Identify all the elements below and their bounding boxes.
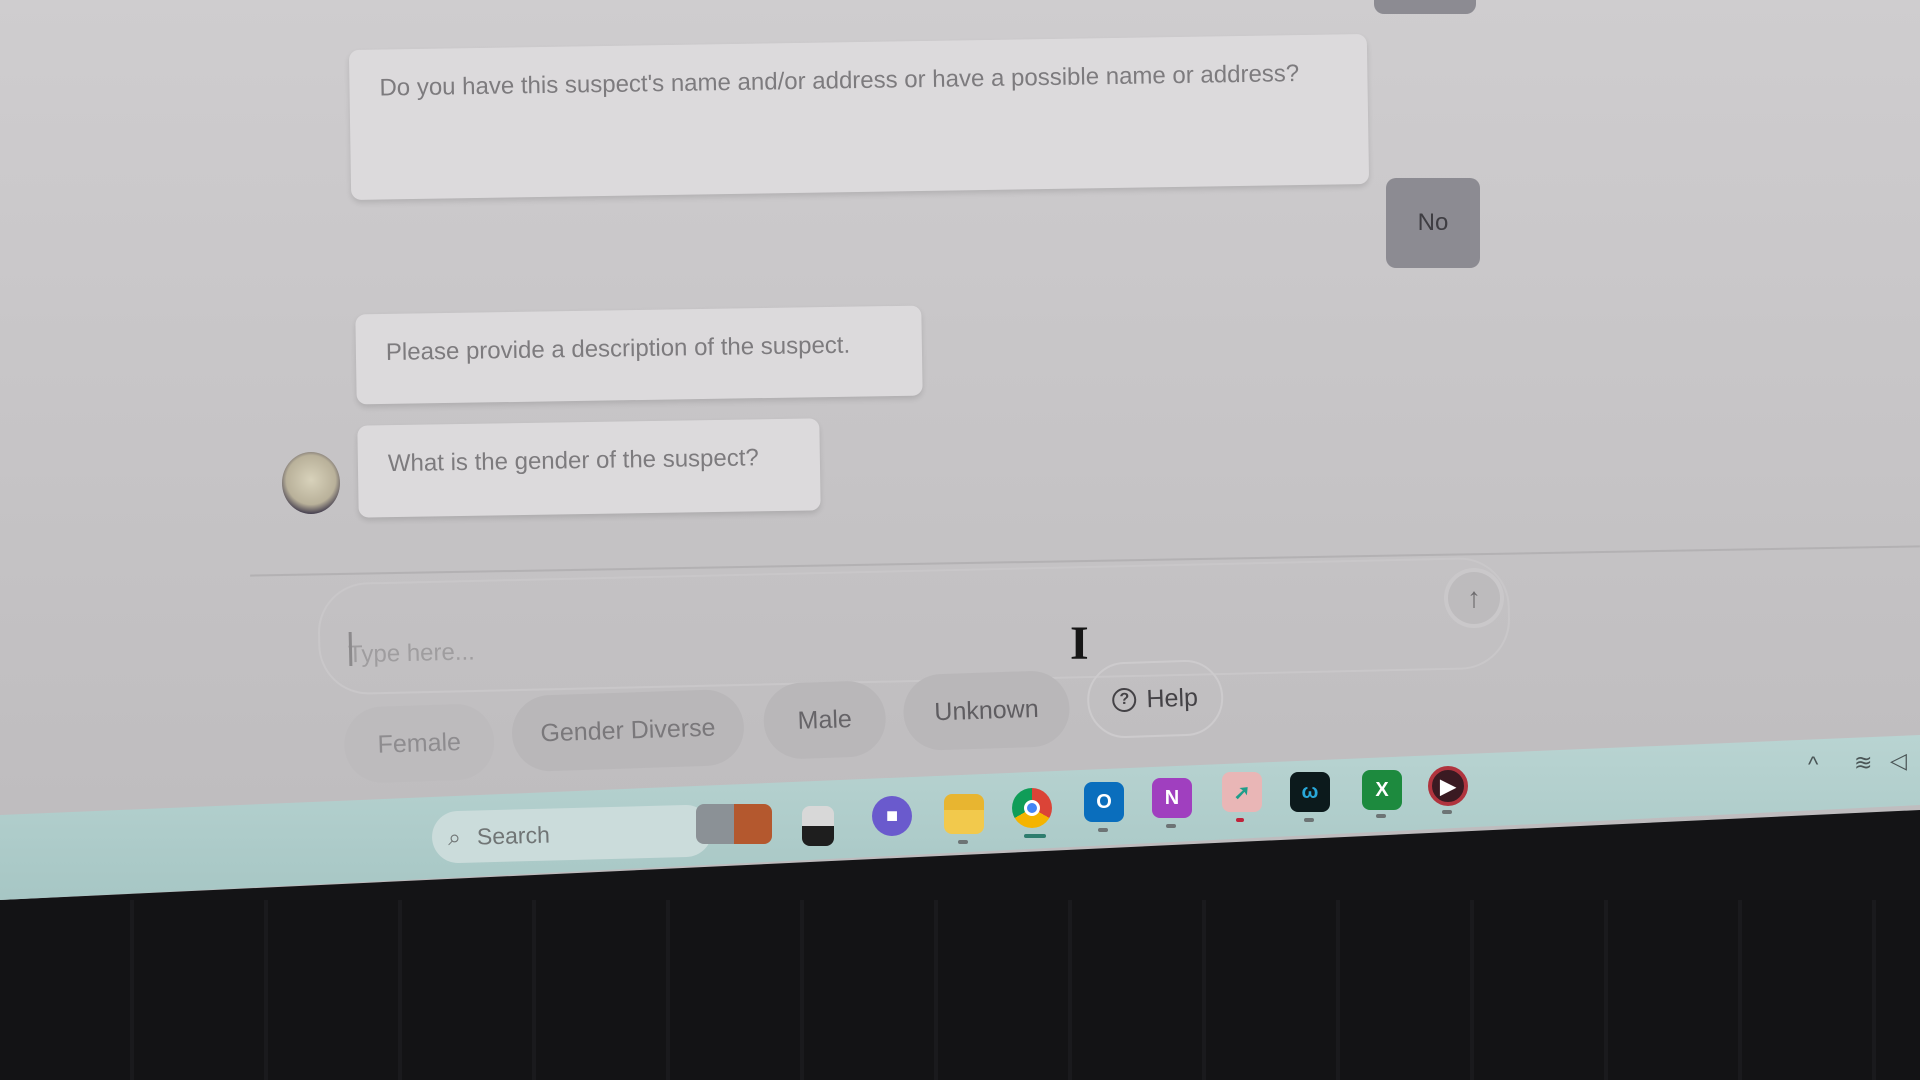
- search-label: Search: [476, 821, 551, 849]
- search-icon: ⌕: [447, 823, 462, 850]
- running-indicator: [1376, 814, 1386, 818]
- excel-glyph: X: [1375, 778, 1389, 801]
- excel-icon[interactable]: X: [1362, 770, 1402, 810]
- arrow-app-icon[interactable]: ➚: [1222, 772, 1262, 812]
- bot-message: Please provide a description of the susp…: [355, 305, 923, 405]
- user-reply-no[interactable]: No: [1386, 178, 1480, 268]
- taskbar-search[interactable]: ⌕ Search: [431, 804, 713, 864]
- chip-label: Male: [797, 704, 853, 735]
- running-indicator: [1098, 828, 1108, 832]
- active-indicator: [1024, 834, 1046, 838]
- message-text: What is the gender of the suspect?: [387, 444, 759, 478]
- running-indicator: [1442, 810, 1452, 814]
- running-indicator: [958, 840, 968, 844]
- webex-icon[interactable]: ω: [1290, 772, 1330, 812]
- question-circle-icon: ?: [1112, 687, 1137, 713]
- previous-reply-button[interactable]: [1374, 0, 1476, 14]
- send-button[interactable]: ↑: [1448, 572, 1500, 624]
- quick-reply-male[interactable]: Male: [762, 679, 887, 760]
- chevron-glyph: ^: [1808, 752, 1819, 777]
- attention-indicator: [1236, 818, 1244, 822]
- help-label: Help: [1146, 683, 1199, 713]
- windows-logo-icon[interactable]: [368, 820, 408, 860]
- running-indicator: [1166, 824, 1176, 828]
- quick-reply-unknown[interactable]: Unknown: [902, 669, 1071, 752]
- volume-icon[interactable]: ◁: [1890, 748, 1907, 774]
- chrome-icon[interactable]: [1012, 788, 1052, 828]
- onenote-glyph: N: [1164, 786, 1180, 809]
- reply-text: No: [1417, 209, 1449, 236]
- bot-message: Do you have this suspect's name and/or a…: [348, 34, 1370, 200]
- quick-reply-gender-diverse[interactable]: Gender Diverse: [510, 688, 746, 773]
- folder-icon[interactable]: [944, 794, 984, 834]
- chip-label: Female: [377, 727, 462, 759]
- running-indicator: [1304, 818, 1314, 822]
- bot-avatar-icon: [282, 452, 340, 514]
- video-chat-icon[interactable]: ■: [872, 796, 912, 836]
- onenote-icon[interactable]: N: [1152, 778, 1192, 818]
- message-text: Do you have this suspect's name and/or a…: [379, 60, 1300, 102]
- laptop-keyboard: [0, 900, 1920, 1080]
- arrow-up-icon: ↑: [1467, 582, 1481, 613]
- outlook-glyph: O: [1096, 790, 1112, 813]
- help-button[interactable]: ? Help: [1085, 658, 1225, 740]
- chip-label: Gender Diverse: [539, 713, 716, 747]
- chat-area: Do you have this suspect's name and/or a…: [0, 0, 1920, 560]
- outlook-icon[interactable]: O: [1084, 782, 1124, 822]
- play-glyph: ▶: [1440, 775, 1456, 798]
- play-icon[interactable]: ▶: [1428, 766, 1468, 806]
- wifi-icon[interactable]: ≋: [1854, 750, 1872, 776]
- bot-message: What is the gender of the suspect?: [357, 418, 821, 518]
- chip-label: Unknown: [933, 694, 1040, 726]
- message-text: Please provide a description of the susp…: [385, 331, 851, 366]
- quick-reply-female[interactable]: Female: [343, 702, 496, 784]
- briefcase-laptop-icon[interactable]: [696, 804, 772, 844]
- tray-overflow-chevron-icon[interactable]: ^: [1808, 752, 1818, 778]
- task-view-icon[interactable]: [802, 806, 834, 846]
